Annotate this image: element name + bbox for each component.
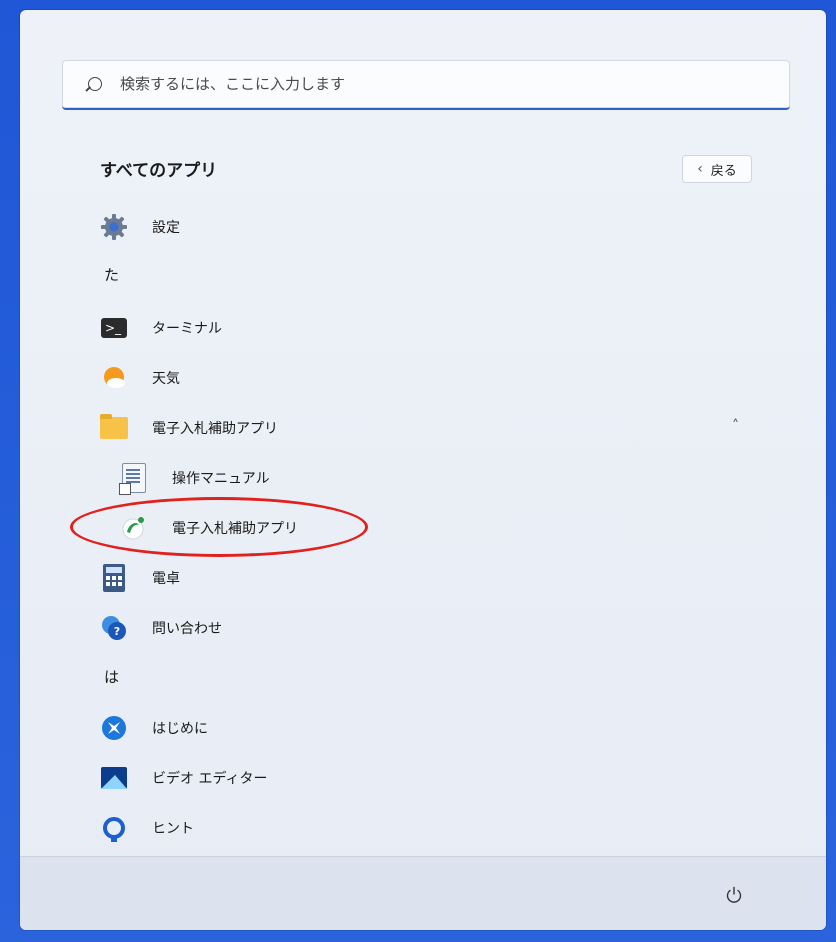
app-item-manual[interactable]: 操作マニュアル — [118, 458, 270, 498]
back-button-label: 戻る — [710, 163, 737, 179]
app-item-label: 操作マニュアル — [172, 471, 270, 487]
group-letter-ha[interactable]: は — [104, 666, 119, 687]
document-shortcut-icon — [118, 462, 150, 495]
app-item-label: ヒント — [152, 821, 194, 837]
power-icon — [726, 886, 742, 903]
app-item-calculator[interactable]: 電卓 — [98, 558, 180, 598]
start-footer — [20, 856, 826, 930]
start-menu-panel: すべてのアプリ ‹ 戻る — [20, 10, 826, 930]
app-item-get-started[interactable]: はじめに — [98, 708, 208, 748]
group-letter-ta[interactable]: た — [104, 264, 119, 285]
tips-icon — [98, 812, 130, 844]
app-item-video-editor[interactable]: ビデオ エディター — [98, 758, 267, 798]
back-button[interactable]: ‹ 戻る — [682, 155, 752, 183]
app-item-label: ターミナル — [152, 321, 222, 337]
ebid-app-icon — [118, 512, 150, 544]
app-item-tips[interactable]: ヒント — [98, 808, 194, 848]
app-item-settings[interactable]: 設定 — [98, 207, 180, 247]
app-folder-ebid[interactable]: 電子入札補助アプリ — [98, 408, 278, 448]
app-item-label: 電子入札補助アプリ — [152, 421, 278, 437]
chevron-up-icon[interactable]: ˄ — [732, 418, 739, 434]
app-item-label: 電子入札補助アプリ — [172, 521, 298, 537]
help-icon: ? — [98, 612, 130, 644]
all-apps-title: すべてのアプリ — [100, 161, 218, 181]
weather-icon — [98, 362, 130, 394]
folder-icon — [98, 412, 130, 444]
app-item-ebid[interactable]: 電子入札補助アプリ — [118, 508, 298, 548]
search-box[interactable] — [62, 60, 790, 110]
app-item-weather[interactable]: 天気 — [98, 358, 180, 398]
power-button[interactable] — [720, 881, 748, 909]
app-item-label: ビデオ エディター — [152, 771, 268, 787]
app-item-label: 問い合わせ — [152, 621, 222, 637]
chevron-left-icon: ‹ — [697, 161, 703, 177]
search-input[interactable] — [120, 75, 760, 93]
calculator-icon — [98, 562, 130, 594]
get-started-icon — [98, 712, 130, 744]
app-item-terminal[interactable]: >_ ターミナル — [98, 308, 222, 348]
video-editor-icon — [98, 762, 130, 794]
app-item-label: 天気 — [152, 371, 180, 387]
app-item-help[interactable]: ? 問い合わせ — [98, 608, 222, 648]
gear-icon — [98, 211, 130, 243]
svg-text:?: ? — [114, 625, 120, 638]
app-item-label: 電卓 — [152, 571, 180, 587]
terminal-icon: >_ — [98, 312, 130, 344]
app-item-label: 設定 — [152, 220, 180, 236]
search-icon — [88, 77, 102, 91]
app-item-label: はじめに — [152, 721, 208, 737]
